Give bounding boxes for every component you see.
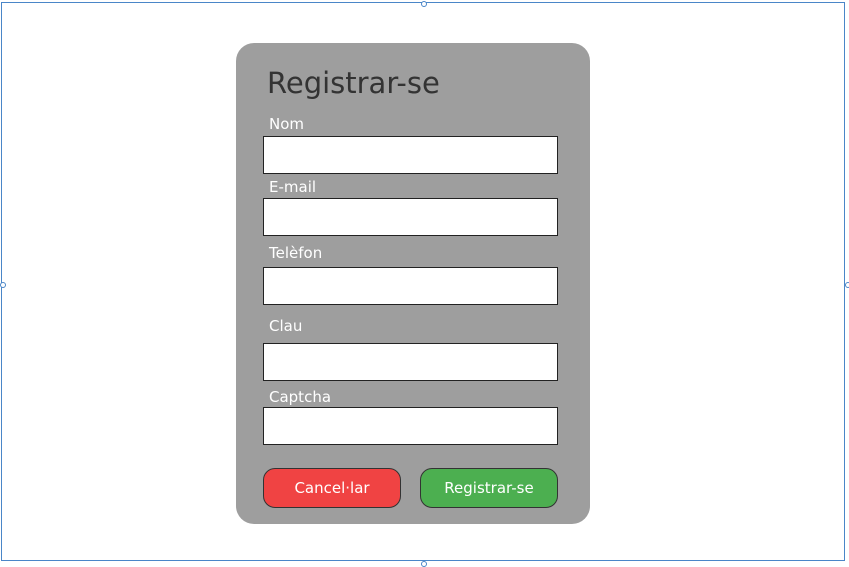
phone-input[interactable] bbox=[263, 267, 558, 305]
phone-label: Telèfon bbox=[269, 244, 323, 262]
captcha-label: Captcha bbox=[269, 388, 332, 406]
email-label: E-mail bbox=[269, 178, 317, 196]
name-input[interactable] bbox=[263, 136, 558, 174]
captcha-input[interactable] bbox=[263, 407, 558, 445]
email-input[interactable] bbox=[263, 198, 558, 236]
resize-handle-bottom[interactable] bbox=[421, 561, 427, 567]
register-form-panel: Registrar-se Nom E-mail Telèfon Clau Cap… bbox=[236, 43, 590, 524]
resize-handle-top[interactable] bbox=[421, 1, 427, 7]
password-label: Clau bbox=[269, 317, 303, 335]
resize-handle-right[interactable] bbox=[845, 282, 849, 288]
form-title: Registrar-se bbox=[267, 66, 440, 100]
password-input[interactable] bbox=[263, 343, 558, 381]
register-button[interactable]: Registrar-se bbox=[420, 468, 558, 508]
name-label: Nom bbox=[269, 115, 305, 133]
resize-handle-left[interactable] bbox=[0, 282, 6, 288]
cancel-button[interactable]: Cancel·lar bbox=[263, 468, 401, 508]
